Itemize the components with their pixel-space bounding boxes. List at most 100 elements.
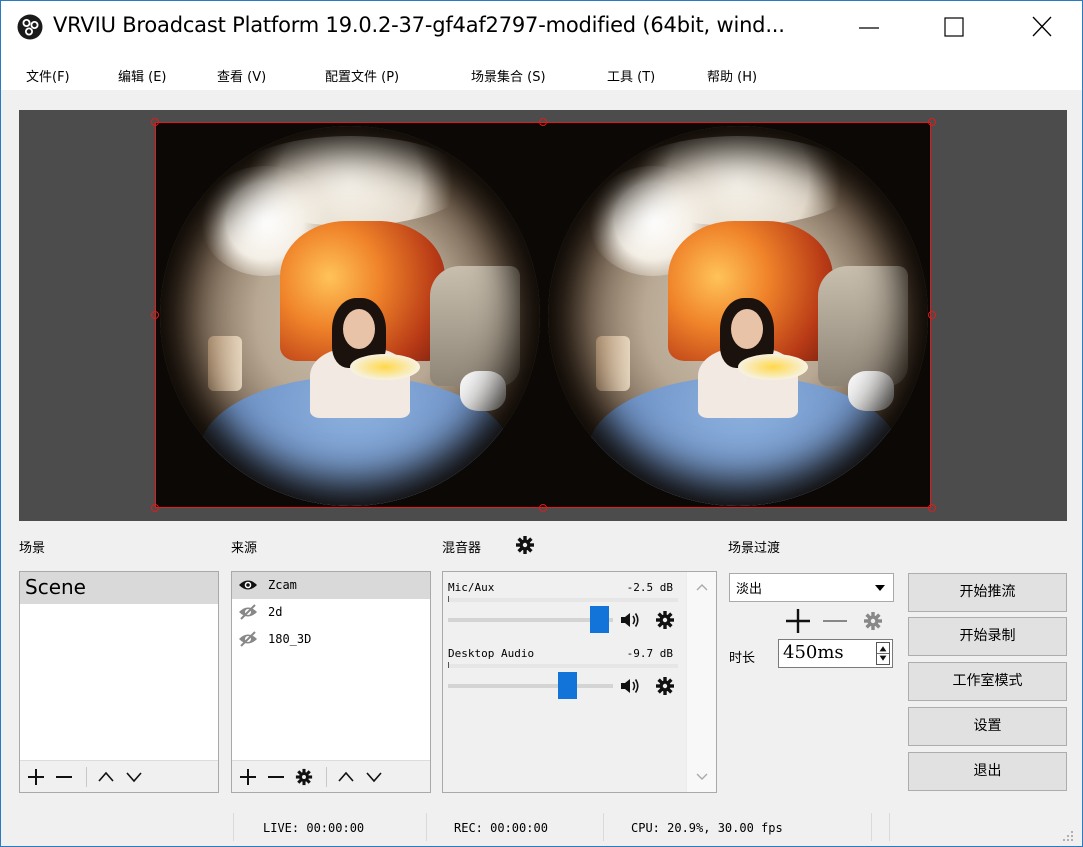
volume-slider-track[interactable] [448,684,613,688]
transition-properties-gear-icon[interactable] [863,611,883,631]
source-item[interactable]: 180_3D [232,626,430,653]
speaker-icon[interactable] [619,677,641,695]
source-properties-gear-icon[interactable] [294,768,314,786]
hidden-eye-icon[interactable] [238,631,258,647]
minimize-button[interactable] [849,9,889,45]
app-logo-icon [17,14,43,40]
resize-grip-icon[interactable] [1060,828,1074,842]
mixer-channel-db: -2.5 dB [626,581,673,594]
title-bar[interactable]: VRVIU Broadcast Platform 19.0.2-37-gf4af… [1,1,1082,53]
mixer-scrollbar[interactable] [686,572,716,792]
menu-file[interactable]: 文件(F) [26,66,70,85]
menu-edit[interactable]: 编辑 (E) [118,66,167,85]
volume-slider-handle[interactable] [589,606,609,633]
sources-dock-label: 来源 [231,541,258,556]
hidden-eye-icon[interactable] [238,604,258,620]
cpu-fps-readout: CPU: 20.9%, 30.00 fps [631,821,783,835]
scenes-dock-label: 场景 [19,541,46,556]
start-recording-button[interactable]: 开始录制 [908,617,1067,656]
dropdown-arrow-icon [875,585,885,591]
toolbar-divider [326,767,327,787]
move-source-up-icon[interactable] [336,768,356,786]
remove-source-minus-icon[interactable] [266,768,286,786]
resize-handle-right[interactable] [928,311,936,319]
resize-handle-bottom[interactable] [539,504,547,512]
mixer-channel-name: Desktop Audio [448,647,535,660]
duration-spinbox[interactable]: 450ms [778,639,893,668]
resize-handle-bottom-left[interactable] [151,504,159,512]
status-divider [603,813,604,841]
scene-list-item[interactable]: Scene [20,572,218,604]
visibility-eye-icon[interactable] [238,577,258,593]
source-name: 2d [268,605,283,619]
duration-label: 时长 [729,651,756,666]
live-timer: LIVE: 00:00:00 [263,821,365,835]
resize-handle-top-right[interactable] [928,118,936,126]
duration-value: 450ms [783,642,844,663]
menu-scene-collection[interactable]: 场景集合 (S) [471,66,546,85]
menu-bar: 文件(F) 编辑 (E) 查看 (V) 配置文件 (P) 场景集合 (S) 工具… [1,53,1082,91]
left-eye-image [156,123,544,507]
mixer-panel: Mic/Aux -2.5 dB Desktop Audio -9.7 dB [442,571,717,793]
status-divider [889,813,890,841]
right-eye-image [544,123,930,507]
maximize-button[interactable] [934,9,974,45]
scroll-down-icon[interactable] [695,772,709,782]
menu-tools[interactable]: 工具 (T) [607,66,655,85]
mixer-channel-name: Mic/Aux [448,581,495,594]
volume-slider-handle[interactable] [558,672,578,699]
close-icon [1032,16,1052,37]
start-streaming-button[interactable]: 开始推流 [908,573,1067,612]
channel-settings-gear-icon[interactable] [655,676,675,696]
source-name: 180_3D [268,632,312,646]
scenes-panel: Scene [19,571,219,793]
menu-view[interactable]: 查看 (V) [217,66,266,85]
close-button[interactable] [1022,9,1062,45]
source-item[interactable]: 2d [232,599,430,626]
remove-scene-minus-icon[interactable] [54,768,74,786]
add-transition-plus-icon[interactable] [784,607,812,635]
move-scene-up-icon[interactable] [96,768,116,786]
toolbar-divider [86,767,87,787]
mixer-dock-label: 混音器 [442,541,482,556]
preview-area[interactable] [19,110,1067,521]
status-bar: LIVE: 00:00:00 REC: 00:00:00 CPU: 20.9%,… [1,809,1082,846]
volume-slider-track[interactable] [448,618,613,622]
main-window: VRVIU Broadcast Platform 19.0.2-37-gf4af… [0,0,1083,847]
spin-arrows-icon[interactable] [876,642,890,665]
mixer-channels: Mic/Aux -2.5 dB Desktop Audio -9.7 dB [443,572,683,792]
resize-handle-top[interactable] [539,118,547,126]
source-item[interactable]: Zcam [232,572,430,599]
transition-select[interactable]: 淡出 [729,573,894,602]
transition-selected-value: 淡出 [736,582,763,597]
status-divider [871,813,872,841]
studio-mode-button[interactable]: 工作室模式 [908,662,1067,701]
settings-button[interactable]: 设置 [908,707,1067,746]
mixer-channel-db: -9.7 dB [626,647,673,660]
move-source-down-icon[interactable] [364,768,384,786]
remove-transition-minus-icon[interactable] [821,607,849,635]
add-scene-plus-icon[interactable] [26,768,46,786]
minimize-icon [859,27,879,29]
preview-canvas[interactable] [155,122,931,508]
sources-toolbar [232,760,430,792]
channel-settings-gear-icon[interactable] [655,610,675,630]
exit-button[interactable]: 退出 [908,752,1067,791]
menu-profile[interactable]: 配置文件 (P) [325,66,399,85]
menu-help[interactable]: 帮助 (H) [707,66,757,85]
sources-panel: Zcam 2d 180_3D [231,571,431,793]
resize-handle-top-left[interactable] [151,118,159,126]
move-scene-down-icon[interactable] [124,768,144,786]
rec-timer: REC: 00:00:00 [454,821,548,835]
volume-meter [448,662,678,668]
scroll-up-icon[interactable] [695,582,709,592]
maximize-icon [944,17,964,37]
resize-handle-left[interactable] [151,311,159,319]
resize-handle-bottom-right[interactable] [928,504,936,512]
add-source-plus-icon[interactable] [238,768,258,786]
speaker-icon[interactable] [619,611,641,629]
scenes-toolbar [20,760,218,792]
transitions-dock-label: 场景过渡 [728,541,781,556]
mixer-settings-gear-icon[interactable] [515,535,535,555]
source-name: Zcam [268,578,297,592]
